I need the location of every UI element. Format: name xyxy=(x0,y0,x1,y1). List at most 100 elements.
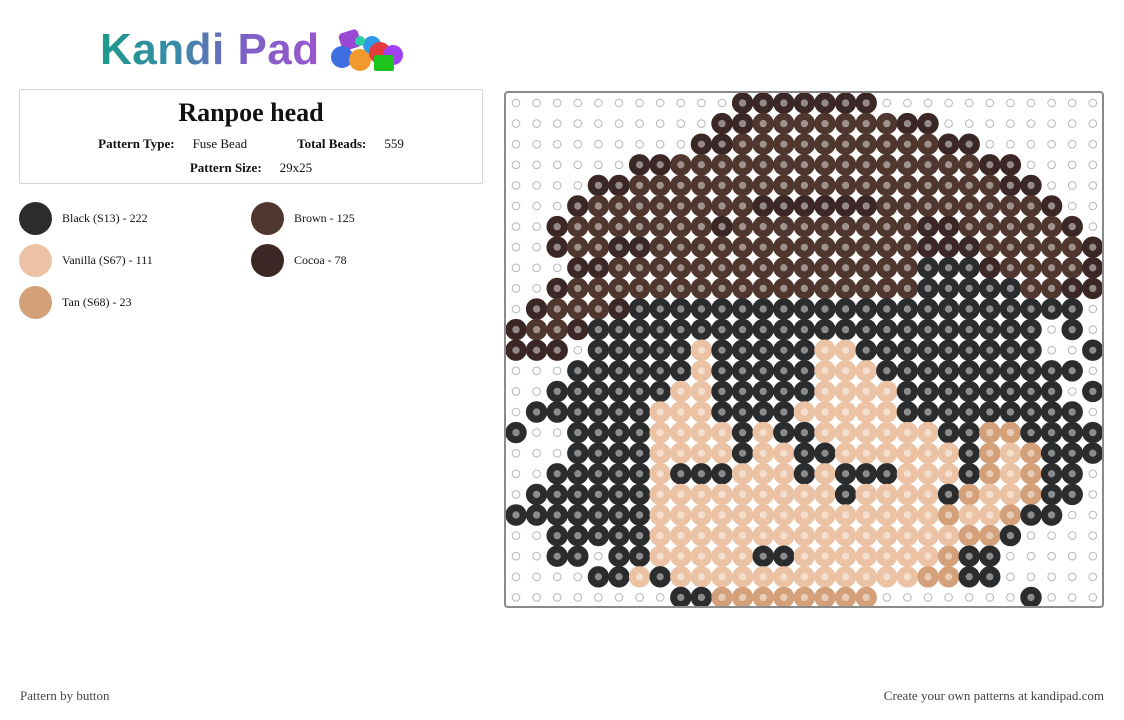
bead-hole xyxy=(883,223,891,231)
bead-hole xyxy=(986,182,994,189)
pattern-title: Ranpoe head xyxy=(178,98,324,127)
bead-hole xyxy=(780,470,788,478)
bead-hole xyxy=(965,202,973,210)
bead-hole xyxy=(759,388,767,395)
bead-hole xyxy=(842,243,849,251)
bead-hole xyxy=(636,573,643,581)
bead-hole xyxy=(759,594,767,601)
bead-hole xyxy=(924,532,932,539)
bead-hole xyxy=(1027,408,1035,416)
bead-hole xyxy=(1027,491,1035,498)
bead-hole xyxy=(656,552,664,560)
empty-peg xyxy=(594,160,603,170)
bead-hole xyxy=(1007,408,1014,416)
bead-hole xyxy=(553,552,561,560)
bead-hole xyxy=(924,388,932,395)
bead-hole xyxy=(883,346,891,354)
bead-hole xyxy=(698,264,705,272)
pattern-type-label: Pattern Type: xyxy=(98,136,175,151)
bead-grid xyxy=(506,93,1102,606)
bead-hole xyxy=(739,429,746,436)
bead-hole xyxy=(656,346,664,354)
bead-hole xyxy=(759,326,767,333)
bead-hole xyxy=(780,140,788,148)
create-patterns-link[interactable]: Create your own patterns at kandipad.com xyxy=(884,688,1104,704)
empty-peg xyxy=(594,98,603,108)
bead-hole xyxy=(883,573,891,581)
empty-peg xyxy=(882,593,892,602)
bead-hole xyxy=(553,243,561,251)
bead-hole xyxy=(759,99,767,107)
empty-peg xyxy=(1047,531,1056,540)
bead-hole xyxy=(1007,305,1014,313)
bead-hole xyxy=(656,264,664,272)
empty-peg xyxy=(1088,407,1098,417)
empty-peg xyxy=(1006,119,1015,128)
bead-hole xyxy=(615,285,623,292)
bead-hole xyxy=(801,532,808,539)
bead-hole xyxy=(718,552,726,560)
empty-peg xyxy=(1026,572,1036,582)
bead-hole xyxy=(821,182,829,189)
bead-hole xyxy=(1068,470,1076,478)
empty-peg xyxy=(573,119,583,128)
bead-hole xyxy=(1007,532,1014,539)
bead-hole xyxy=(945,305,952,313)
bead-hole xyxy=(1068,326,1076,333)
bead-hole xyxy=(739,388,746,395)
bead-hole xyxy=(615,326,623,333)
empty-peg xyxy=(594,139,603,149)
bead-hole xyxy=(698,285,705,292)
bead-hole xyxy=(1048,264,1055,272)
bead-hole xyxy=(595,532,602,539)
empty-peg xyxy=(1047,572,1056,582)
bead-hole xyxy=(1027,285,1035,292)
empty-peg xyxy=(1047,551,1056,561)
bead-hole xyxy=(821,532,829,539)
empty-peg xyxy=(1088,119,1098,128)
bead-hole xyxy=(512,326,520,333)
bead-hole xyxy=(821,573,829,581)
pattern-credit: Pattern by button xyxy=(20,688,110,703)
bead-hole xyxy=(574,532,582,539)
kandipad-logo[interactable]: Kandi Pad xyxy=(100,24,406,76)
bead-hole xyxy=(801,223,808,231)
bead-hole xyxy=(904,573,911,581)
empty-peg xyxy=(1067,510,1077,520)
bead-hole xyxy=(636,552,643,560)
bead-hole xyxy=(677,511,685,519)
bead-hole xyxy=(904,161,911,169)
bead-hole xyxy=(821,367,829,375)
bead-hole xyxy=(1048,429,1055,436)
bead-hole xyxy=(718,285,726,292)
bead-hole xyxy=(780,182,788,189)
total-beads-value: 559 xyxy=(384,136,404,151)
bead-hole xyxy=(883,326,891,333)
bead-hole xyxy=(965,161,973,169)
legend-label: Vanilla (S67) - 111 xyxy=(62,253,153,267)
bead-hole xyxy=(945,223,952,231)
bead-hole xyxy=(821,140,829,148)
bead-hole xyxy=(595,243,602,251)
empty-peg xyxy=(676,139,686,149)
bead-hole xyxy=(883,408,891,416)
bead-hole xyxy=(759,120,767,127)
bead-hole xyxy=(739,140,746,148)
bead-hole xyxy=(883,161,891,169)
legend-label: Tan (S68) - 23 xyxy=(62,295,132,309)
bead-hole xyxy=(965,140,973,148)
bead-hole xyxy=(821,99,829,107)
bead-hole xyxy=(862,552,870,560)
bead-hole xyxy=(965,532,973,539)
bead-hole xyxy=(636,532,643,539)
empty-peg xyxy=(1026,551,1036,561)
bead-hole xyxy=(883,429,891,436)
bead-hole xyxy=(1089,429,1097,436)
bead-hole xyxy=(821,161,829,169)
bead-hole xyxy=(553,470,561,478)
empty-peg xyxy=(676,98,686,108)
empty-peg xyxy=(511,181,521,190)
bead-hole xyxy=(842,388,849,395)
bead-hole xyxy=(924,264,932,272)
empty-peg xyxy=(1067,201,1077,211)
